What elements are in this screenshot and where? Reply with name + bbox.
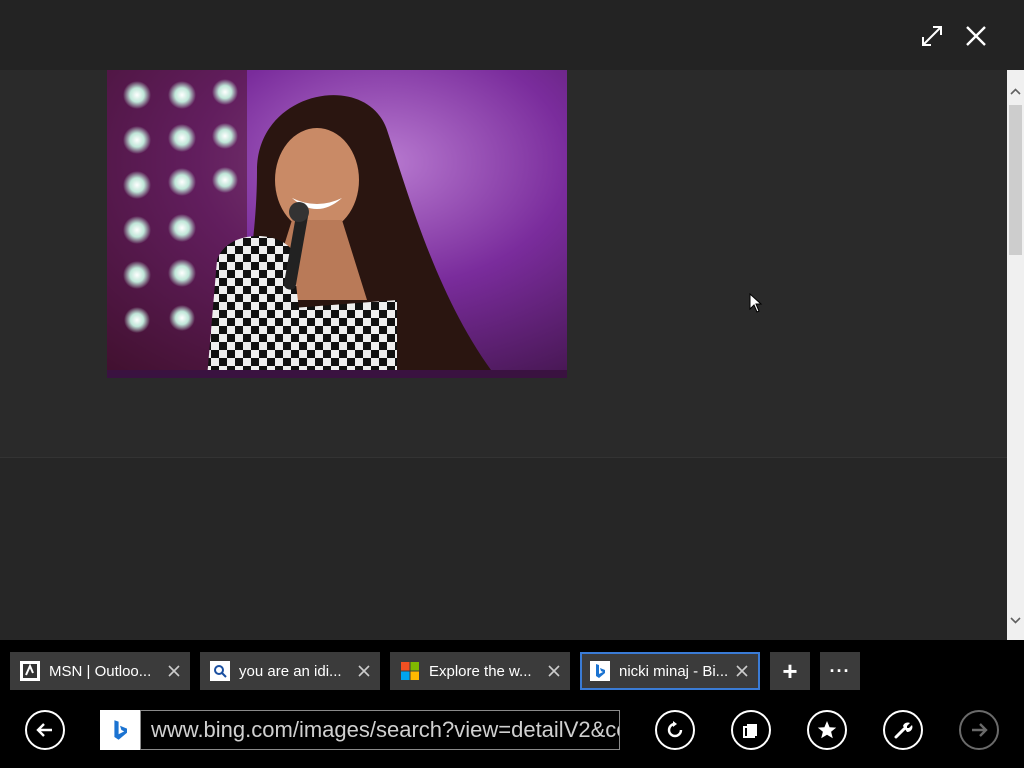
browser-app-bar: MSN | Outloo... you are an idi... Explor… (0, 640, 1024, 768)
tab-options-button[interactable]: ··· (820, 652, 860, 690)
vertical-scrollbar[interactable] (1007, 70, 1024, 640)
close-icon[interactable] (734, 663, 750, 679)
image-viewer-header (0, 0, 1024, 70)
scroll-thumb[interactable] (1009, 105, 1022, 255)
msn-favicon (20, 661, 40, 681)
search-favicon (210, 661, 230, 681)
tab-label: you are an idi... (239, 662, 342, 680)
bing-favicon (590, 661, 610, 681)
plus-icon: + (782, 656, 798, 686)
address-bar[interactable]: www.bing.com/images/search?view=detailV2… (100, 710, 620, 750)
tabs-button[interactable] (731, 710, 771, 750)
new-tab-button[interactable]: + (770, 652, 810, 690)
forward-icon (972, 723, 988, 737)
scroll-up-icon[interactable] (1007, 82, 1024, 100)
favorites-button[interactable] (807, 710, 847, 750)
tab-msn[interactable]: MSN | Outloo... (10, 652, 190, 690)
tab-microsoft[interactable]: Explore the w... (390, 652, 570, 690)
tabs-icon (743, 724, 757, 738)
tab-bing-active[interactable]: nicki minaj - Bi... (580, 652, 760, 690)
bing-logo-icon (100, 710, 140, 750)
wrench-icon (894, 722, 913, 739)
forward-button[interactable] (959, 710, 999, 750)
mouse-cursor-icon (749, 292, 763, 318)
tab-label: Explore the w... (429, 662, 532, 680)
close-icon[interactable] (960, 20, 992, 52)
scroll-down-icon[interactable] (1007, 611, 1024, 629)
tab-label: MSN | Outloo... (49, 662, 152, 680)
back-icon (36, 723, 52, 737)
url-input[interactable]: www.bing.com/images/search?view=detailV2… (140, 710, 620, 750)
refresh-button[interactable] (655, 710, 695, 750)
close-icon[interactable] (166, 663, 182, 679)
close-icon[interactable] (546, 663, 562, 679)
content-lower-area (0, 457, 1007, 641)
tab-label: nicki minaj - Bi... (619, 662, 729, 680)
close-icon[interactable] (356, 663, 372, 679)
preview-image[interactable] (107, 70, 567, 378)
tools-button[interactable] (883, 710, 923, 750)
star-icon (817, 721, 837, 739)
back-button[interactable] (25, 710, 65, 750)
image-viewer-content (0, 70, 1007, 641)
more-icon: ··· (829, 660, 851, 681)
refresh-icon (667, 721, 683, 738)
tab-search[interactable]: you are an idi... (200, 652, 380, 690)
expand-icon[interactable] (916, 20, 948, 52)
microsoft-favicon (400, 661, 420, 681)
